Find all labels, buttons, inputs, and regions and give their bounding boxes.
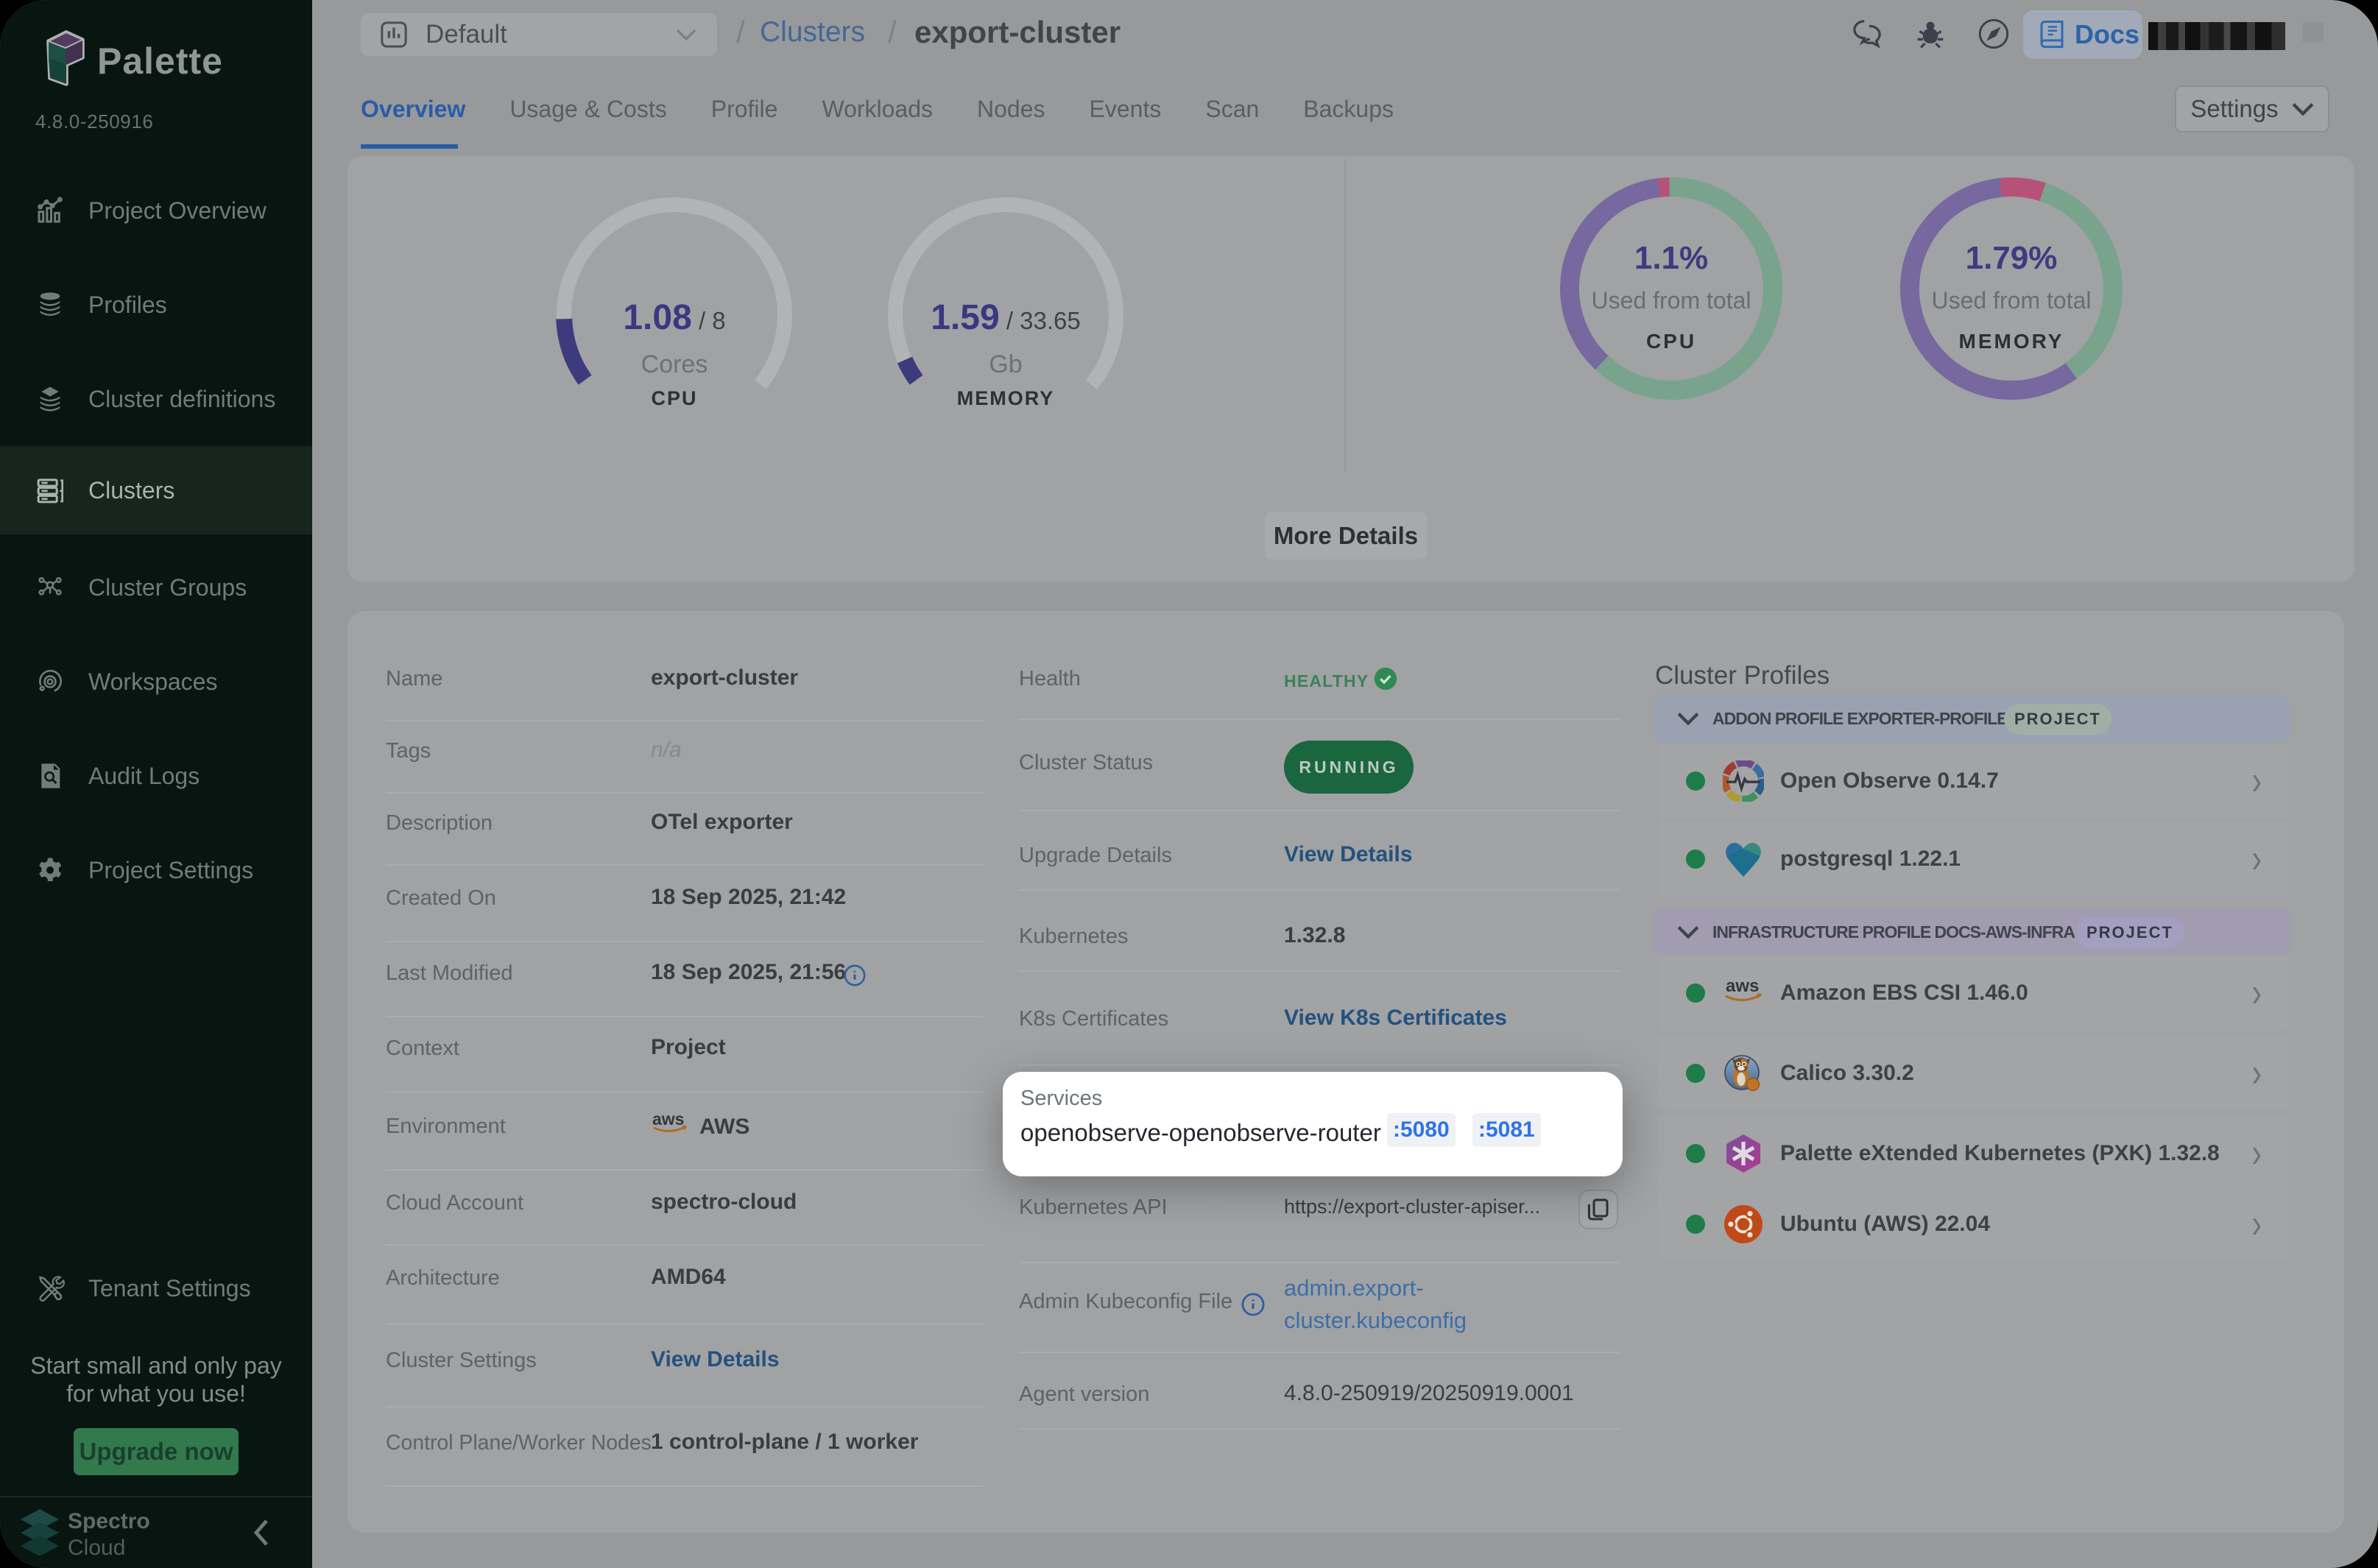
svg-text:aws: aws (1726, 976, 1759, 996)
svg-text:aws: aws (652, 1109, 684, 1129)
